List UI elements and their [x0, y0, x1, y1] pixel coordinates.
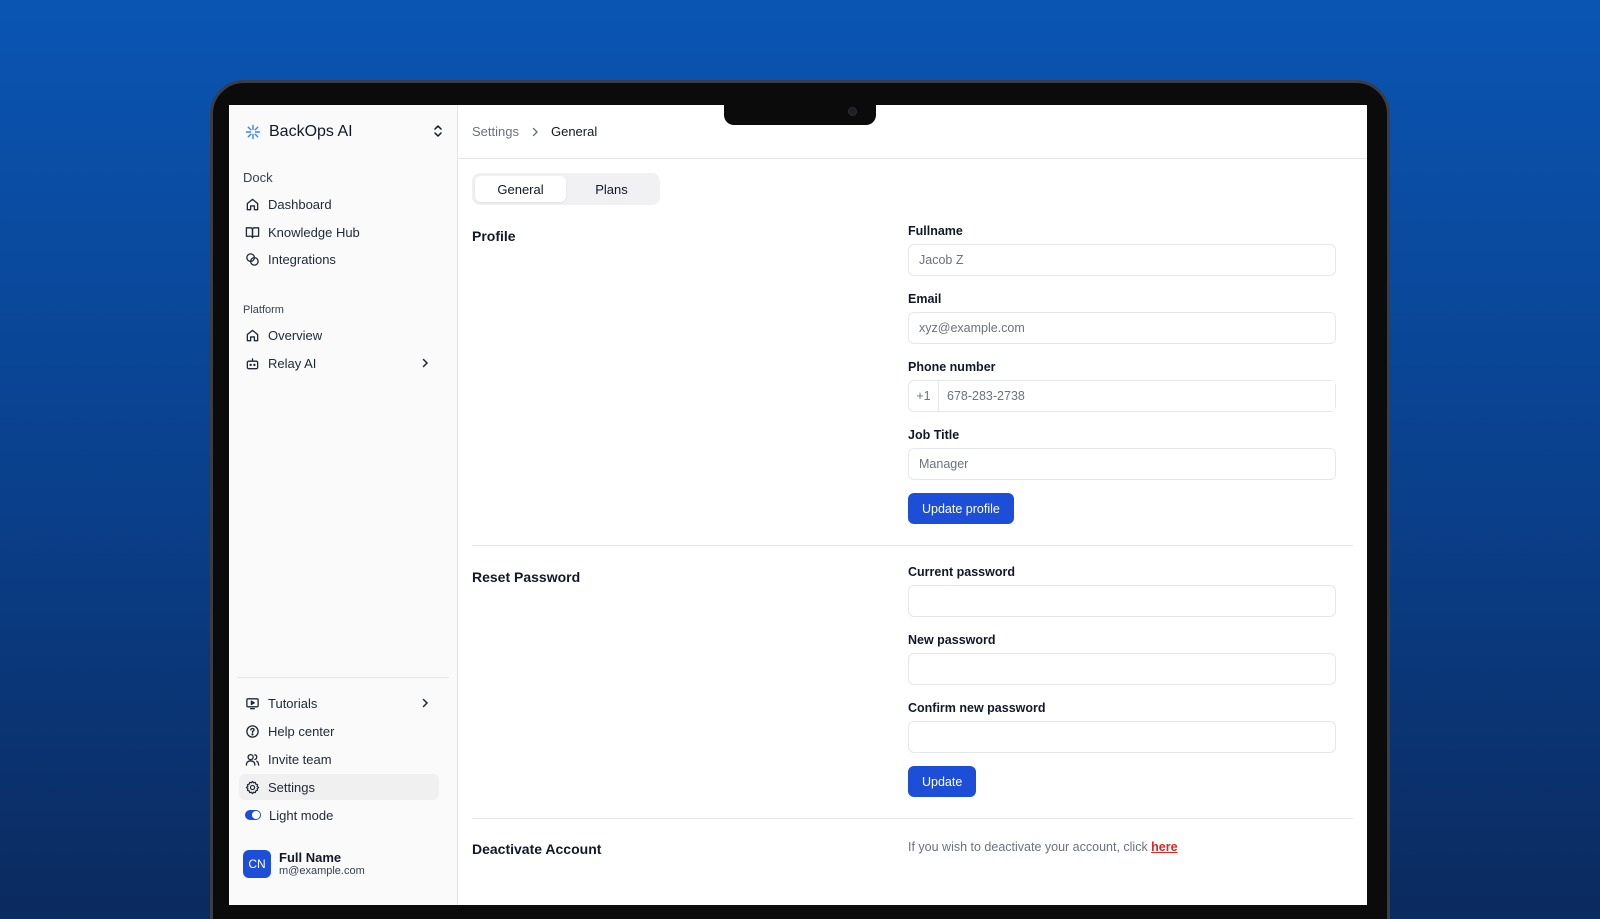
- camera-notch: [724, 100, 876, 125]
- breadcrumb: Settings General: [458, 105, 1367, 159]
- light-mode-toggle[interactable]: Light mode: [239, 802, 439, 828]
- update-profile-button[interactable]: Update profile: [908, 493, 1014, 524]
- sidebar-item-knowledge-hub[interactable]: Knowledge Hub: [239, 219, 439, 245]
- platform-section-label: Platform: [243, 304, 284, 316]
- help-icon: [246, 724, 259, 738]
- current-password-label: Current password: [908, 565, 1015, 579]
- job-title-field[interactable]: [908, 448, 1336, 480]
- phone-input[interactable]: [939, 381, 1335, 411]
- video-icon: [246, 697, 259, 709]
- sidebar: BackOps AI Dock Dashboard Knowledge Hub …: [229, 105, 458, 905]
- sidebar-item-label: Knowledge Hub: [268, 224, 360, 240]
- email-field[interactable]: [908, 312, 1336, 344]
- settings-tabs: General Plans: [472, 173, 660, 205]
- new-password-label: New password: [908, 633, 996, 647]
- sidebar-divider: [237, 677, 449, 678]
- integrations-icon: [246, 252, 259, 266]
- workspace-switcher[interactable]: BackOps AI: [245, 123, 445, 141]
- deactivate-text: If you wish to deactivate your account, …: [908, 840, 1178, 854]
- sidebar-item-label: Dashboard: [268, 196, 332, 212]
- phone-label: Phone number: [908, 360, 996, 374]
- camera-icon: [848, 107, 857, 116]
- fullname-label: Fullname: [908, 224, 963, 238]
- chevron-right-icon: [422, 698, 429, 708]
- chevron-right-icon: [422, 358, 429, 368]
- sidebar-item-tutorials[interactable]: Tutorials: [239, 690, 439, 716]
- tab-plans[interactable]: Plans: [566, 176, 657, 202]
- deactivate-message: If you wish to deactivate your account, …: [908, 840, 1152, 854]
- sidebar-item-label: Invite team: [268, 751, 332, 767]
- sidebar-item-label: Overview: [268, 327, 323, 343]
- confirm-password-field[interactable]: [908, 721, 1336, 753]
- users-icon: [245, 753, 260, 766]
- sidebar-item-relay-ai[interactable]: Relay AI: [239, 350, 439, 376]
- breadcrumb-settings[interactable]: Settings: [472, 124, 519, 139]
- brand-name: BackOps AI: [269, 123, 353, 140]
- sidebar-item-label: Tutorials: [268, 695, 318, 711]
- profile-section-title: Profile: [472, 228, 516, 244]
- chevron-right-icon: [532, 127, 538, 136]
- chevrons-up-down-icon[interactable]: [431, 123, 445, 139]
- new-password-field[interactable]: [908, 653, 1336, 685]
- sidebar-item-label: Help center: [268, 723, 335, 739]
- section-divider: [472, 545, 1353, 546]
- dock-section-label: Dock: [243, 170, 273, 185]
- update-password-button[interactable]: Update: [908, 766, 977, 797]
- breadcrumb-current: General: [550, 124, 598, 139]
- sidebar-item-settings[interactable]: Settings: [239, 774, 439, 800]
- app-window: BackOps AI Dock Dashboard Knowledge Hub …: [229, 105, 1367, 905]
- book-icon: [245, 226, 260, 238]
- fullname-field[interactable]: [908, 244, 1336, 276]
- sidebar-item-label: Light mode: [269, 807, 334, 823]
- home-icon: [246, 329, 259, 341]
- avatar: CN: [243, 850, 271, 878]
- toggle-icon: [245, 810, 261, 820]
- confirm-password-label: Confirm new password: [908, 701, 1046, 715]
- sidebar-item-help-center[interactable]: Help center: [239, 718, 439, 744]
- phone-country-code: +1: [909, 381, 939, 411]
- deactivate-section-title: Deactivate Account: [472, 841, 602, 857]
- section-divider: [472, 818, 1353, 819]
- sidebar-item-overview[interactable]: Overview: [239, 322, 439, 348]
- reset-password-section-title: Reset Password: [472, 569, 581, 585]
- gear-icon: [245, 780, 260, 794]
- sidebar-item-integrations[interactable]: Integrations: [239, 246, 439, 272]
- job-title-label: Job Title: [908, 428, 960, 442]
- sidebar-item-label: Relay AI: [268, 355, 317, 371]
- tab-general[interactable]: General: [475, 176, 566, 202]
- sidebar-item-label: Integrations: [268, 251, 336, 267]
- brand-logo-icon: [245, 124, 261, 140]
- sidebar-item-label: Settings: [268, 779, 315, 795]
- bot-icon: [246, 357, 259, 369]
- user-menu[interactable]: CN Full Name m@example.com: [243, 850, 365, 878]
- phone-field: +1: [908, 380, 1336, 412]
- user-email: m@example.com: [279, 864, 365, 877]
- deactivate-link[interactable]: here: [1151, 840, 1177, 854]
- sidebar-item-dashboard[interactable]: Dashboard: [239, 191, 439, 217]
- sidebar-item-invite-team[interactable]: Invite team: [239, 746, 439, 772]
- email-label: Email: [908, 292, 942, 306]
- home-icon: [246, 198, 259, 210]
- main-content: Settings General General Plans Profile F…: [458, 105, 1367, 905]
- user-name: Full Name: [279, 849, 342, 865]
- current-password-field[interactable]: [908, 585, 1336, 617]
